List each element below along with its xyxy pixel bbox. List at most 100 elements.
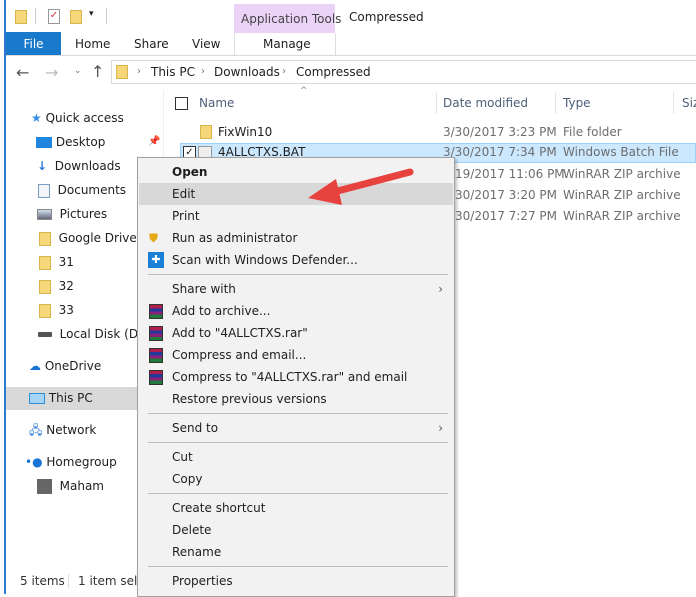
sidebar-item-network[interactable]: 🖧 Network: [29, 419, 96, 441]
chevron-right-icon: ›: [438, 282, 443, 296]
chevron-right-icon: ›: [438, 421, 443, 435]
select-all-checkbox[interactable]: [175, 97, 188, 110]
sidebar-item-google-drive[interactable]: Google Drive: [39, 227, 137, 249]
menu-item-cut[interactable]: Cut: [139, 446, 453, 468]
menu-item-copy[interactable]: Copy: [139, 468, 453, 490]
menu-item-scan-defender[interactable]: ✚ Scan with Windows Defender...: [139, 249, 453, 271]
pin-icon[interactable]: 📌: [148, 136, 160, 147]
context-menu: Open Edit Print ⛊ Run as administrator ✚ S…: [137, 157, 455, 597]
sidebar-item-local-disk[interactable]: Local Disk (D:): [38, 323, 147, 345]
column-separator[interactable]: [436, 92, 437, 114]
sidebar-item-pictures[interactable]: Pictures: [37, 203, 107, 225]
window-border: [4, 0, 6, 594]
sidebar-item-32[interactable]: 32: [39, 275, 74, 297]
menu-item-compress-email[interactable]: Compress and email...: [139, 344, 453, 366]
desktop-icon: [36, 137, 52, 148]
sidebar-item-label: This PC: [48, 391, 93, 405]
breadcrumb-compressed[interactable]: Compressed: [296, 65, 371, 79]
column-separator[interactable]: [555, 92, 556, 114]
divider: [68, 574, 69, 588]
menu-item-add-to-archive[interactable]: Add to archive...: [139, 300, 453, 322]
menu-separator: [148, 442, 448, 443]
sidebar-item-33[interactable]: 33: [39, 299, 74, 321]
winrar-icon: [149, 348, 163, 363]
sidebar-item-label: Pictures: [59, 207, 108, 221]
sidebar-item-downloads[interactable]: ↓ Downloads: [37, 155, 121, 177]
sidebar-item-this-pc[interactable]: This PC: [29, 387, 93, 409]
menu-separator: [148, 566, 448, 567]
column-header-type[interactable]: Type: [563, 96, 591, 110]
menu-item-label: Compress and email...: [172, 348, 307, 362]
sidebar-item-label: Google Drive: [58, 231, 137, 245]
menu-item-restore-versions[interactable]: Restore previous versions: [139, 388, 453, 410]
arrow-shaft: [326, 168, 414, 197]
column-header-size[interactable]: Siz: [682, 96, 696, 110]
file-name: FixWin10: [218, 125, 273, 139]
sidebar-item-label: Documents: [57, 183, 127, 197]
menu-item-run-as-admin[interactable]: ⛊ Run as administrator: [139, 227, 453, 249]
column-header-name[interactable]: Name: [199, 96, 234, 110]
sidebar-item-documents[interactable]: Documents: [38, 179, 126, 201]
file-type: WinRAR ZIP archive: [563, 167, 681, 181]
menu-item-create-shortcut[interactable]: Create shortcut: [139, 497, 453, 519]
menu-item-send-to[interactable]: Send to ›: [139, 417, 453, 439]
chevron-right-icon[interactable]: ›: [201, 66, 205, 77]
menu-item-label: Share with: [172, 282, 236, 296]
tab-manage[interactable]: Manage: [263, 37, 311, 51]
folder-icon[interactable]: [15, 10, 27, 24]
chevron-right-icon[interactable]: ›: [137, 66, 141, 77]
chevron-right-icon[interactable]: ›: [282, 66, 286, 77]
sidebar-item-desktop[interactable]: Desktop: [36, 131, 105, 153]
uac-shield-icon: ⛊: [149, 231, 159, 245]
menu-item-label: Run as administrator: [172, 231, 298, 245]
file-type: WinRAR ZIP archive: [563, 188, 681, 202]
breadcrumb-downloads[interactable]: Downloads: [214, 65, 280, 79]
menu-item-rename[interactable]: Rename: [139, 541, 453, 563]
divider: [234, 33, 235, 55]
up-icon[interactable]: ↑: [91, 62, 104, 81]
folder-icon: [200, 125, 212, 139]
homegroup-icon: •●: [25, 455, 43, 469]
menu-item-label: Scan with Windows Defender...: [172, 253, 358, 267]
ribbon-divider: [6, 55, 696, 56]
file-type: WinRAR ZIP archive: [563, 209, 681, 223]
computer-icon: [29, 393, 45, 404]
document-icon: [38, 183, 50, 198]
sort-ascending-icon: ^: [300, 86, 308, 96]
menu-item-add-to-rar[interactable]: Add to "4ALLCTXS.rar": [139, 322, 453, 344]
address-bar[interactable]: [111, 60, 696, 84]
new-folder-icon[interactable]: [70, 10, 82, 24]
recent-dropdown-icon[interactable]: ⌄: [74, 66, 82, 76]
folder-icon: [39, 231, 51, 246]
file-date: 19/2017 11:06 PM: [455, 167, 565, 181]
cloud-icon: ☁: [29, 359, 41, 373]
forward-icon[interactable]: →: [45, 63, 58, 82]
red-arrow-annotation: [308, 168, 414, 205]
menu-item-delete[interactable]: Delete: [139, 519, 453, 541]
sidebar-item-quick-access[interactable]: ★ Quick access: [31, 107, 124, 129]
tab-view[interactable]: View: [192, 37, 220, 51]
customize-dropdown-icon[interactable]: ▾: [89, 9, 94, 19]
sidebar-item-user[interactable]: Maham Mukht: [37, 475, 137, 497]
sidebar-item-homegroup[interactable]: •● Homegroup: [25, 451, 117, 473]
menu-item-properties[interactable]: Properties: [139, 570, 453, 592]
menu-item-share-with[interactable]: Share with ›: [139, 278, 453, 300]
tab-share[interactable]: Share: [134, 37, 169, 51]
defender-icon: ✚: [148, 252, 164, 268]
back-icon[interactable]: ←: [16, 63, 29, 82]
sidebar-item-31[interactable]: 31: [39, 251, 74, 273]
column-header-date[interactable]: Date modified: [443, 96, 528, 110]
properties-icon[interactable]: ✓: [48, 9, 60, 24]
arrow-head: [308, 179, 342, 205]
divider: [335, 33, 336, 55]
menu-item-compress-rar-email[interactable]: Compress to "4ALLCTXS.rar" and email: [139, 366, 453, 388]
menu-item-label: Add to "4ALLCTXS.rar": [172, 326, 308, 340]
sidebar-item-onedrive[interactable]: ☁ OneDrive: [29, 355, 101, 377]
column-separator[interactable]: [673, 92, 674, 114]
tab-home[interactable]: Home: [75, 37, 110, 51]
winrar-icon: [149, 326, 163, 341]
breadcrumb-this-pc[interactable]: This PC: [151, 65, 195, 79]
sidebar-item-label: 31: [58, 255, 74, 269]
tab-file[interactable]: File: [6, 32, 61, 56]
sidebar-item-label: Quick access: [45, 111, 124, 125]
